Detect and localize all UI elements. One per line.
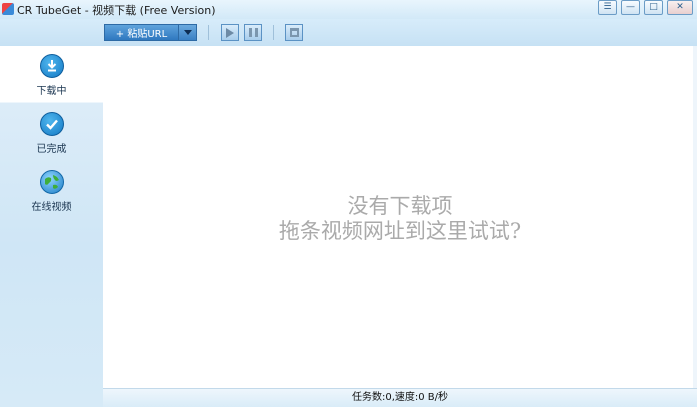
- menu-icon: ☰: [603, 2, 612, 12]
- sidebar-item-completed[interactable]: 已完成: [0, 112, 103, 155]
- app-logo-icon: [2, 3, 14, 15]
- delete-icon: [289, 28, 299, 37]
- minimize-icon: —: [626, 2, 635, 12]
- minimize-button[interactable]: —: [621, 0, 640, 15]
- sidebar-item-label: 下载中: [36, 86, 67, 97]
- maximize-icon: □: [649, 2, 658, 12]
- delete-button[interactable]: [285, 24, 303, 41]
- sidebar-item-label: 已完成: [36, 144, 67, 155]
- sidebar: [0, 46, 103, 407]
- paste-url-dropdown[interactable]: [179, 24, 197, 41]
- title-bar: CR TubeGet - 视频下载 (Free Version): [0, 0, 697, 19]
- close-button[interactable]: ✕: [667, 0, 693, 15]
- close-icon: ✕: [676, 2, 684, 12]
- maximize-button[interactable]: □: [644, 0, 663, 15]
- play-icon: [226, 27, 234, 38]
- pause-button[interactable]: [244, 24, 262, 41]
- paste-url-button[interactable]: + 粘贴URL: [104, 24, 179, 41]
- globe-icon: [39, 170, 64, 194]
- pause-icon: [248, 28, 258, 37]
- sidebar-item-label: 在线视频: [31, 202, 72, 213]
- window-title: CR TubeGet - 视频下载 (Free Version): [17, 4, 216, 17]
- chevron-down-icon: [183, 30, 192, 35]
- menu-button[interactable]: ☰: [598, 0, 617, 15]
- checkmark-icon: [39, 112, 64, 136]
- toolbar-divider: [273, 25, 274, 40]
- start-button[interactable]: [221, 24, 239, 41]
- sidebar-item-downloading[interactable]: 下载中: [0, 54, 103, 97]
- sidebar-item-online-video[interactable]: 在线视频: [0, 170, 103, 213]
- toolbar-divider: [208, 25, 209, 40]
- download-icon: [39, 54, 64, 78]
- status-bar: 任务数:0,速度:0 B/秒: [103, 388, 697, 407]
- empty-state-hint: 拖条视频网址到这里试试?: [278, 219, 522, 243]
